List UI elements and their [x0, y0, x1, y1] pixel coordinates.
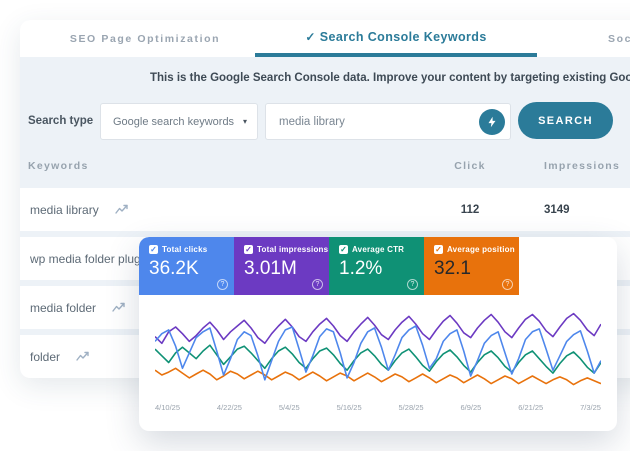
stat-box-average-position[interactable]: ✓ Average position 32.1? [424, 237, 519, 295]
tab-social[interactable]: Soci [608, 20, 630, 57]
x-axis-tick-label: 5/16/25 [337, 403, 362, 412]
lightning-bolt-icon [485, 115, 499, 129]
performance-chart [155, 303, 601, 399]
stat-label: Total clicks [162, 245, 207, 254]
trend-icon-wrap [115, 204, 130, 215]
search-type-dropdown[interactable]: Google search keywords ▾ [100, 103, 258, 140]
stat-label: Average position [447, 245, 515, 254]
column-header-click: Click [445, 160, 495, 172]
x-axis-tick-label: 7/3/25 [580, 403, 601, 412]
chevron-down-icon: ▾ [243, 117, 247, 126]
keyword-label: folder [30, 350, 60, 364]
check-icon: ✓ [305, 30, 315, 44]
stat-header: ✓ Average CTR [339, 245, 424, 254]
x-axis-tick-label: 4/10/25 [155, 403, 180, 412]
help-icon[interactable]: ? [217, 279, 228, 290]
stat-box-average-ctr[interactable]: ✓ Average CTR 1.2%? [329, 237, 424, 295]
trending-up-icon[interactable] [112, 302, 127, 313]
tab-search-console-keywords[interactable]: ✓ Search Console Keywords [255, 20, 537, 57]
tab-seo-page-optimization[interactable]: SEO Page Optimization [60, 20, 230, 57]
search-button[interactable]: SEARCH [518, 102, 613, 139]
trend-icon-wrap [112, 302, 127, 313]
stat-header: ✓ Average position [434, 245, 519, 254]
stat-label: Average CTR [352, 245, 404, 254]
search-input[interactable] [266, 115, 479, 129]
keyword-label: media folder [30, 301, 96, 315]
help-icon[interactable]: ? [407, 279, 418, 290]
gsc-info-text: This is the Google Search Console data. … [150, 72, 630, 84]
tab-label: Search Console Keywords [320, 30, 487, 44]
search-console-stats-card: ✓ Total clicks 36.2K? ✓ Total impressions 3.0… [139, 237, 617, 431]
stat-value: 36.2K [149, 258, 234, 280]
x-axis-tick-label: 5/4/25 [279, 403, 300, 412]
stat-box-total-clicks[interactable]: ✓ Total clicks 36.2K? [139, 237, 234, 295]
impressions-count: 3149 [544, 204, 570, 216]
stat-value: 32.1 [434, 258, 519, 280]
search-type-label: Search type [28, 115, 93, 127]
column-header-keywords: Keywords [28, 160, 89, 172]
column-header-impressions: Impressions [544, 160, 620, 172]
help-icon[interactable]: ? [312, 279, 323, 290]
checked-checkbox-icon[interactable]: ✓ [149, 245, 158, 254]
stat-label: Total impressions [257, 245, 328, 254]
x-axis-tick-label: 5/28/25 [399, 403, 424, 412]
keyword-label: media library [30, 203, 99, 217]
checked-checkbox-icon[interactable]: ✓ [434, 245, 443, 254]
checked-checkbox-icon[interactable]: ✓ [244, 245, 253, 254]
stats-row: ✓ Total clicks 36.2K? ✓ Total impressions 3.0… [139, 237, 617, 295]
stat-header: ✓ Total clicks [149, 245, 234, 254]
tab-bar: SEO Page Optimization ✓ Search Console K… [20, 20, 630, 57]
x-axis-tick-label: 6/21/25 [518, 403, 543, 412]
stat-header: ✓ Total impressions [244, 245, 329, 254]
ai-suggest-button[interactable] [479, 109, 505, 135]
keyword-label: wp media folder plug [30, 252, 141, 266]
dropdown-selected-value: Google search keywords [113, 116, 234, 128]
x-axis-tick-label: 4/22/25 [217, 403, 242, 412]
stat-value: 1.2% [339, 258, 424, 280]
stat-value: 3.01M [244, 258, 329, 280]
keyword-search-box [265, 103, 511, 140]
stat-box-total-impressions[interactable]: ✓ Total impressions 3.01M? [234, 237, 329, 295]
click-count: 112 [445, 204, 495, 216]
x-axis-tick-label: 6/9/25 [460, 403, 481, 412]
table-row[interactable]: media library 112 3149 [20, 188, 630, 231]
checked-checkbox-icon[interactable]: ✓ [339, 245, 348, 254]
chart-x-axis-labels: 4/10/25 4/22/25 5/4/25 5/16/25 5/28/25 6/9/25… [155, 403, 601, 412]
trending-up-icon[interactable] [115, 204, 130, 215]
trend-icon-wrap [76, 351, 91, 362]
help-icon[interactable]: ? [502, 279, 513, 290]
trending-up-icon[interactable] [76, 351, 91, 362]
